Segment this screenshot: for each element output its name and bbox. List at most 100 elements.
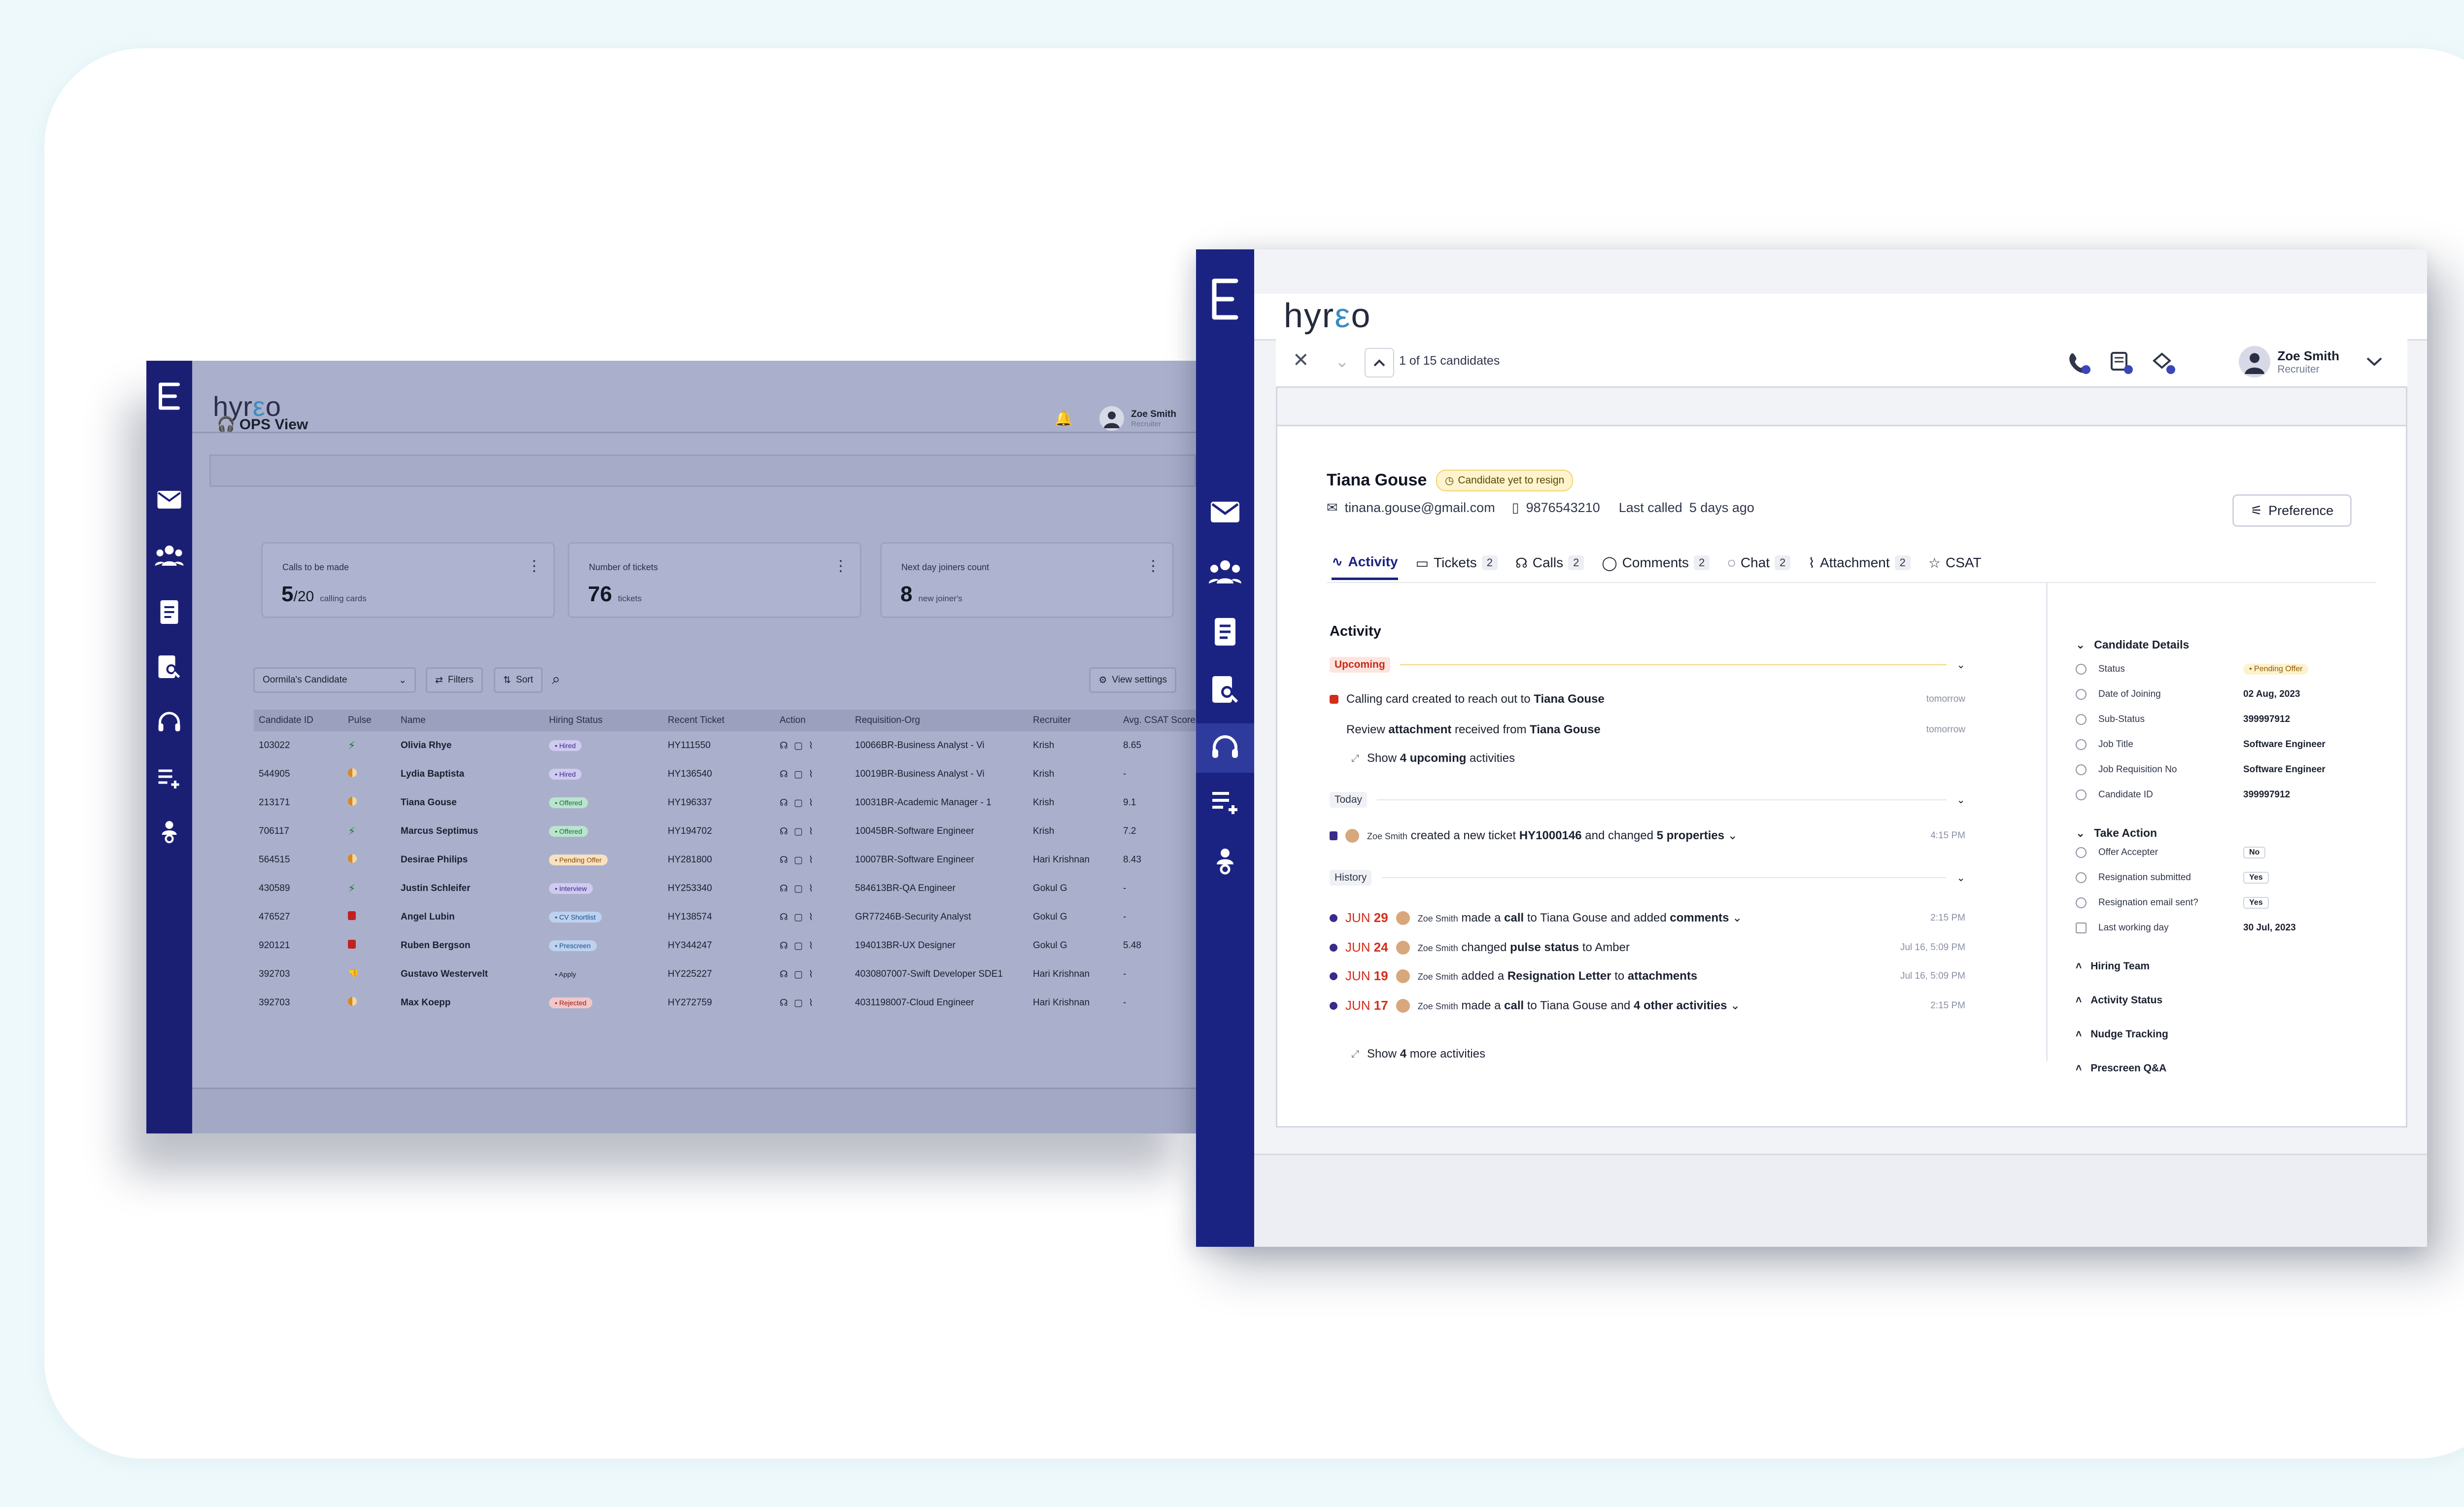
more-options-icon[interactable]: ⋮ <box>527 557 542 575</box>
action-value[interactable]: No <box>2243 847 2266 858</box>
headset-icon[interactable]: ☊ <box>780 741 788 751</box>
headset-icon[interactable]: ☊ <box>780 941 788 951</box>
candidate-name[interactable]: Tiana Gouse <box>396 788 544 817</box>
call-icon[interactable] <box>2066 350 2091 375</box>
paperclip-icon[interactable]: ⌇ <box>809 969 813 980</box>
chevron-down-icon[interactable]: ⌄ <box>1728 829 1738 842</box>
collapsed-section[interactable]: ˄ Activity Status <box>2076 994 2162 1006</box>
column-header[interactable]: Recent Ticket <box>663 710 775 731</box>
headset-icon[interactable] <box>1196 723 1254 773</box>
tab-tickets[interactable]: ▭ Tickets 2 <box>1416 553 1498 580</box>
column-header[interactable]: Pulse <box>343 710 396 731</box>
column-header[interactable]: Requisition-Org <box>850 710 1028 731</box>
history-item[interactable]: JUN 19 Zoe Smith added a Resignation Lett… <box>1330 968 1965 984</box>
table-row[interactable]: 392703 👎 Gustavo Westervelt • Apply HY225227… <box>254 960 1196 989</box>
tab-comments[interactable]: ◯ Comments 2 <box>1602 553 1710 580</box>
history-item[interactable]: JUN 24 Zoe Smith changed pulse status to … <box>1330 940 1965 955</box>
chevron-down-icon[interactable]: ⌄ <box>1335 352 1349 372</box>
kpi-joiners-card[interactable]: Next day joiners count 8 new joiner's ⋮ <box>880 542 1174 618</box>
headset-icon[interactable]: ☊ <box>780 969 788 980</box>
column-header[interactable]: Hiring Status <box>544 710 663 731</box>
table-row[interactable]: 920121 Ruben Bergson • Prescreen HY344247 ☊ ▢… <box>254 931 1196 960</box>
collapsed-section[interactable]: ˄ Prescreen Q&A <box>2076 1062 2166 1074</box>
kpi-tickets-card[interactable]: Number of tickets 76 tickets ⋮ <box>568 542 861 618</box>
recent-ticket[interactable]: HY272759 <box>663 989 775 1017</box>
column-header[interactable]: Name <box>396 710 544 731</box>
candidate-phone[interactable]: 9876543210 <box>1526 500 1600 515</box>
column-header[interactable]: Recruiter <box>1028 710 1118 731</box>
table-row[interactable]: 430589 ⚡ Justin Schleifer • Interview HY2533… <box>254 874 1196 903</box>
paperclip-icon[interactable]: ⌇ <box>809 769 813 780</box>
table-row[interactable]: 392703 Max Koepp • Rejected HY272759 ☊ ▢ ⌇ 4031… <box>254 989 1196 1017</box>
history-item[interactable]: JUN 29 Zoe Smith made a call to Tiana Gou… <box>1330 910 1965 925</box>
action-value[interactable]: Yes <box>2243 897 2269 909</box>
preference-button[interactable]: ⚟ Preference <box>2232 494 2352 527</box>
show-upcoming-link[interactable]: ⤢ Show 4 upcoming activities <box>1351 752 1987 765</box>
candidate-name[interactable]: Max Koepp <box>396 989 544 1017</box>
previous-candidate-button[interactable] <box>1365 348 1394 377</box>
show-more-link[interactable]: ⤢ Show 4 more activities <box>1351 1047 1987 1061</box>
action-field[interactable]: Last working day 30 Jul, 2023 <box>2076 923 2342 933</box>
tab-calls[interactable]: ☊ Calls 2 <box>1515 553 1584 580</box>
candidate-details-header[interactable]: ⌄ Candidate Details <box>2076 638 2189 651</box>
paperclip-icon[interactable]: ⌇ <box>809 941 813 951</box>
tab-attachment[interactable]: ⌇ Attachment 2 <box>1808 553 1911 580</box>
headset-icon[interactable]: ☊ <box>780 769 788 780</box>
headset-icon[interactable]: ☊ <box>780 884 788 894</box>
table-row[interactable]: 564515 Desirae Philips • Pending Offer HY28… <box>254 846 1196 874</box>
upcoming-section-header[interactable]: Upcoming ⌄ <box>1330 657 1965 673</box>
user-menu[interactable]: 🔔 Zoe Smith Recruiter <box>1055 406 1176 431</box>
activity-item[interactable]: Zoe Smith created a new ticket HY1000146… <box>1330 828 1965 843</box>
message-icon[interactable]: ▢ <box>794 998 803 1008</box>
user-menu[interactable]: Zoe Smith Recruiter <box>2239 346 2383 377</box>
history-section-header[interactable]: History ⌄ <box>1330 870 1965 886</box>
message-icon[interactable]: ▢ <box>794 826 803 837</box>
table-row[interactable]: 706117 ⚡ Marcus Septimus • Offered HY194702 ☊… <box>254 817 1196 846</box>
paperclip-icon[interactable]: ⌇ <box>809 998 813 1008</box>
chevron-down-icon[interactable]: ⌄ <box>1732 911 1742 925</box>
activity-item[interactable]: Review attachment received from Tiana Go… <box>1346 723 1965 737</box>
paperclip-icon[interactable]: ⌇ <box>809 826 813 837</box>
search-icon[interactable]: ⌕ <box>552 671 560 688</box>
message-icon[interactable]: ▢ <box>794 855 803 865</box>
recent-ticket[interactable]: HY136540 <box>663 760 775 788</box>
recent-ticket[interactable]: HY111550 <box>663 731 775 760</box>
take-action-header[interactable]: ⌄ Take Action <box>2076 826 2157 840</box>
chevron-down-icon[interactable] <box>2366 357 2383 367</box>
candidate-name[interactable]: Marcus Septimus <box>396 817 544 846</box>
recent-ticket[interactable]: HY344247 <box>663 931 775 960</box>
bell-icon[interactable]: 🔔 <box>1055 410 1073 427</box>
chevron-down-icon[interactable]: ⌄ <box>1730 999 1740 1012</box>
candidate-email[interactable]: tinana.gouse@gmail.com <box>1345 500 1495 515</box>
candidate-name[interactable]: Gustavo Westervelt <box>396 960 544 989</box>
paperclip-icon[interactable]: ⌇ <box>809 741 813 751</box>
candidate-name[interactable]: Desirae Philips <box>396 846 544 874</box>
today-section-header[interactable]: Today ⌄ <box>1330 792 1965 808</box>
paperclip-icon[interactable]: ⌇ <box>809 855 813 865</box>
paperclip-icon[interactable]: ⌇ <box>809 884 813 894</box>
recent-ticket[interactable]: HY194702 <box>663 817 775 846</box>
ticket-icon[interactable] <box>2109 350 2133 375</box>
message-icon[interactable]: ▢ <box>794 912 803 923</box>
candidate-name[interactable]: Olivia Rhye <box>396 731 544 760</box>
close-icon[interactable]: ✕ <box>1293 349 1309 372</box>
headset-icon[interactable]: ☊ <box>780 912 788 923</box>
tab-chat[interactable]: ◌ Chat 2 <box>1727 553 1791 580</box>
candidate-name[interactable]: Justin Schleifer <box>396 874 544 903</box>
tab-csat[interactable]: ☆ CSAT <box>1928 553 1982 580</box>
message-icon[interactable]: ▢ <box>794 769 803 780</box>
message-icon[interactable]: ▢ <box>794 941 803 951</box>
kpi-calls-card[interactable]: Calls to be made 5/20 calling cards ⋮ <box>261 542 555 618</box>
candidate-name[interactable]: Angel Lubin <box>396 903 544 931</box>
recent-ticket[interactable]: HY196337 <box>663 788 775 817</box>
paperclip-icon[interactable]: ⌇ <box>809 912 813 923</box>
message-icon[interactable]: ▢ <box>794 969 803 980</box>
filters-button[interactable]: ⇄ Filters <box>426 667 483 693</box>
task-icon[interactable] <box>2151 350 2176 375</box>
action-field[interactable]: Resignation submitted Yes <box>2076 872 2342 884</box>
headset-icon[interactable]: ☊ <box>780 826 788 837</box>
message-icon[interactable]: ▢ <box>794 798 803 808</box>
sort-button[interactable]: ⇅ Sort <box>494 667 543 693</box>
history-item[interactable]: JUN 17 Zoe Smith made a call to Tiana Gou… <box>1330 998 1965 1013</box>
candidate-name[interactable]: Lydia Baptista <box>396 760 544 788</box>
